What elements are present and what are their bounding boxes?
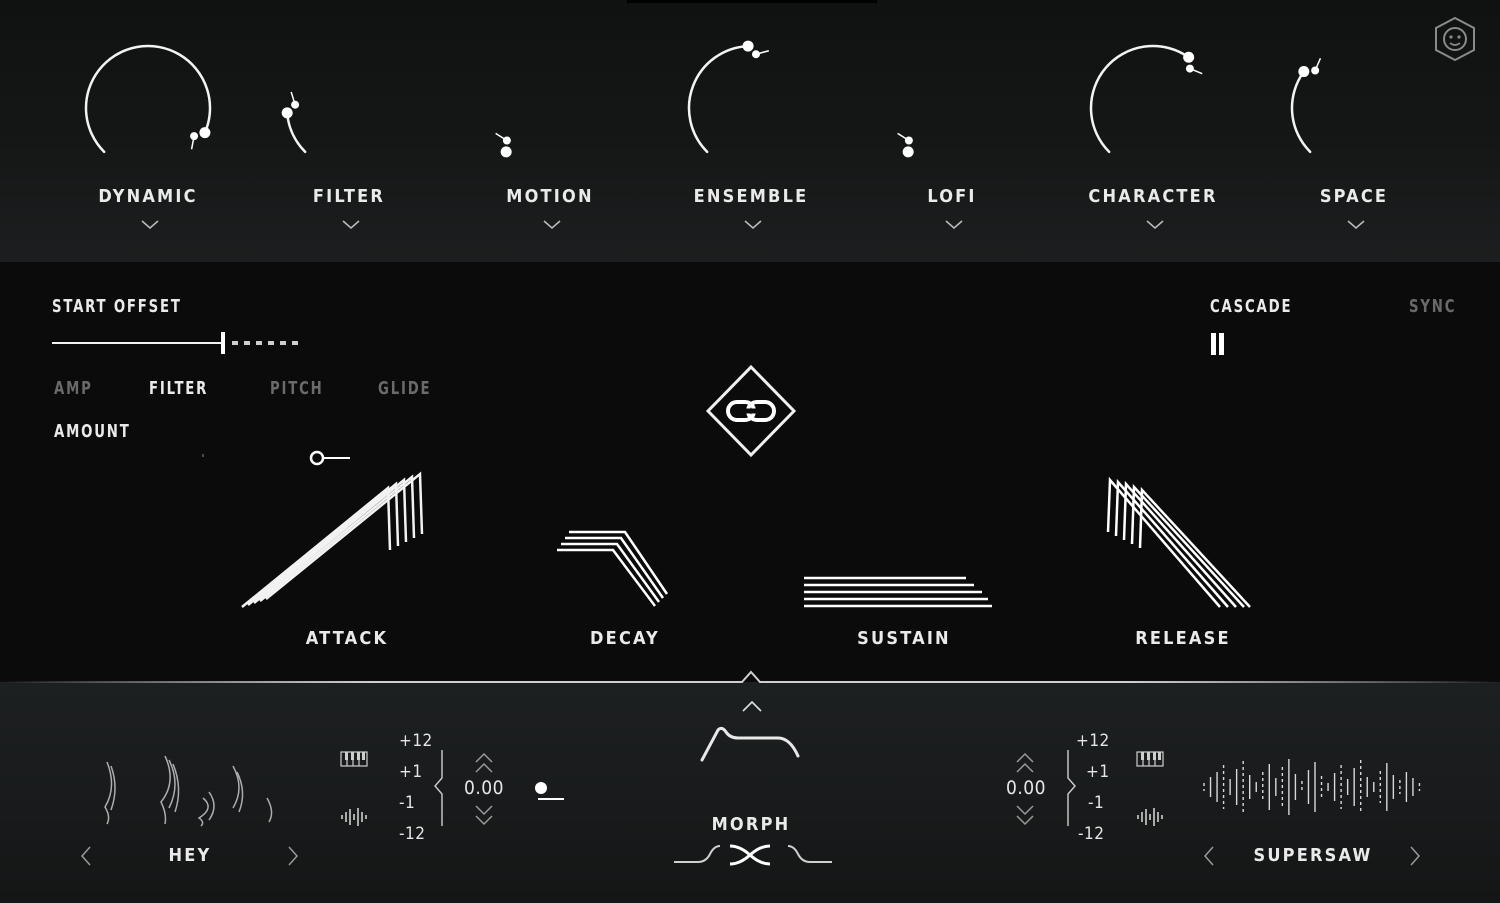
sync-toggle[interactable]: SYNC xyxy=(1409,296,1456,317)
cascade-label: CASCADE xyxy=(1210,296,1293,317)
top-handle xyxy=(627,0,877,3)
knob-arc xyxy=(1089,44,1190,154)
start-offset-slider[interactable] xyxy=(50,330,310,358)
macro-label: CHARACTER xyxy=(1088,186,1218,207)
hexagon-face-icon[interactable] xyxy=(1432,16,1478,62)
piano-keys-icon[interactable] xyxy=(1136,751,1164,767)
attack-label: ATTACK xyxy=(305,628,389,649)
knob-lofi[interactable] xyxy=(882,40,1022,175)
right-octave-minus12[interactable]: -12 xyxy=(1078,824,1104,844)
knob-indicator-inner xyxy=(1185,64,1194,73)
tab-amp[interactable]: AMP xyxy=(54,378,93,399)
knob-space[interactable] xyxy=(1284,40,1424,175)
morph-label: MORPH xyxy=(711,814,791,835)
left-octave-plus12[interactable]: +12 xyxy=(399,731,433,751)
left-octave-minus12[interactable]: -12 xyxy=(399,824,425,844)
macro-label: DYNAMIC xyxy=(98,186,198,207)
release-graphic[interactable] xyxy=(1100,470,1260,615)
knob-motion[interactable] xyxy=(480,40,620,175)
release-label: RELEASE xyxy=(1135,628,1231,649)
chevron-left-icon[interactable] xyxy=(80,846,92,866)
sustain-graphic[interactable] xyxy=(798,572,998,612)
knob-arc xyxy=(1290,70,1312,154)
tab-glide[interactable]: GLIDE xyxy=(378,378,431,399)
chain-link-icon[interactable] xyxy=(704,364,798,458)
left-octave-plus1[interactable]: +1 xyxy=(399,762,423,782)
tab-pitch[interactable]: PITCH xyxy=(270,378,324,399)
cascade-handle xyxy=(1211,333,1216,355)
macro-label: FILTER xyxy=(312,186,386,207)
chevron-left-icon[interactable] xyxy=(1203,846,1215,866)
right-tune-down-icon[interactable] xyxy=(1015,804,1035,826)
knob-filter[interactable] xyxy=(279,40,419,175)
right-source-name[interactable]: SUPERSAW xyxy=(1243,845,1383,866)
supersaw-waveform-icon xyxy=(1203,759,1421,815)
panel-separator xyxy=(0,670,1500,683)
chevron-up-icon[interactable] xyxy=(742,700,762,712)
macro-label: ENSEMBLE xyxy=(693,186,809,207)
chevron-right-icon[interactable] xyxy=(1409,846,1421,866)
envelope-panel xyxy=(0,262,1500,682)
right-octave-minus1[interactable]: -1 xyxy=(1088,793,1104,813)
right-octave-bracket xyxy=(1067,750,1076,826)
start-offset-label: START OFFSET xyxy=(52,296,182,317)
knob-indicator xyxy=(1183,51,1195,63)
attack-graphic[interactable] xyxy=(236,470,441,615)
right-tune-value[interactable]: 0.00 xyxy=(1006,777,1046,799)
knob-ensemble[interactable] xyxy=(681,40,821,175)
chevron-down-icon[interactable] xyxy=(342,220,360,230)
knob-indicator-inner xyxy=(502,136,511,145)
left-tune-up-icon[interactable] xyxy=(474,752,494,774)
morph-mode-icon[interactable] xyxy=(670,842,835,868)
knob-character[interactable] xyxy=(1083,40,1223,175)
cascade-slider[interactable] xyxy=(1208,330,1448,358)
piano-keys-icon[interactable] xyxy=(340,751,368,767)
chevron-down-icon[interactable] xyxy=(543,220,561,230)
chevron-down-icon[interactable] xyxy=(744,220,762,230)
decay-label: DECAY xyxy=(590,628,660,649)
knob-arc xyxy=(687,44,750,154)
right-tune-up-icon[interactable] xyxy=(1015,752,1035,774)
macro-label: MOTION xyxy=(506,186,594,207)
knob-indicator xyxy=(500,146,512,158)
right-octave-plus1[interactable]: +1 xyxy=(1086,762,1110,782)
right-octave-plus12[interactable]: +12 xyxy=(1076,731,1110,751)
left-tune-value[interactable]: 0.00 xyxy=(464,777,504,799)
hey-waveform-icon xyxy=(104,755,273,827)
waveform-icon[interactable] xyxy=(1136,806,1166,828)
knob-indicator xyxy=(1298,66,1310,78)
knob-indicator xyxy=(199,127,211,139)
start-offset-handle xyxy=(221,332,225,354)
macro-label: LOFI xyxy=(927,186,977,207)
knob-dynamic[interactable] xyxy=(78,40,218,175)
knob-indicator xyxy=(902,146,914,158)
waveform-icon[interactable] xyxy=(340,806,370,828)
chevron-down-icon[interactable] xyxy=(1347,220,1365,230)
knob-arc xyxy=(285,111,307,154)
left-source-name[interactable]: HEY xyxy=(130,845,250,866)
knob-indicator xyxy=(742,40,754,52)
left-octave-minus1[interactable]: -1 xyxy=(399,793,415,813)
knob-indicator-inner xyxy=(1311,66,1320,75)
sustain-label: SUSTAIN xyxy=(857,628,951,649)
morph-shape-icon xyxy=(700,726,800,762)
macro-label: SPACE xyxy=(1319,186,1389,207)
left-tune-down-icon[interactable] xyxy=(474,804,494,826)
morph-handle xyxy=(535,782,547,794)
amount-label: AMOUNT xyxy=(54,421,131,442)
chevron-down-icon[interactable] xyxy=(945,220,963,230)
amount-handle xyxy=(309,450,325,466)
left-octave-bracket xyxy=(434,750,443,826)
chevron-down-icon[interactable] xyxy=(1146,220,1164,230)
chevron-down-icon[interactable] xyxy=(141,220,159,230)
tab-filter[interactable]: FILTER xyxy=(149,378,208,399)
knob-indicator xyxy=(281,107,293,119)
amount-slider[interactable] xyxy=(50,447,360,469)
chevron-right-icon[interactable] xyxy=(287,846,299,866)
decay-graphic[interactable] xyxy=(553,520,673,615)
morph-slider[interactable] xyxy=(530,776,970,806)
